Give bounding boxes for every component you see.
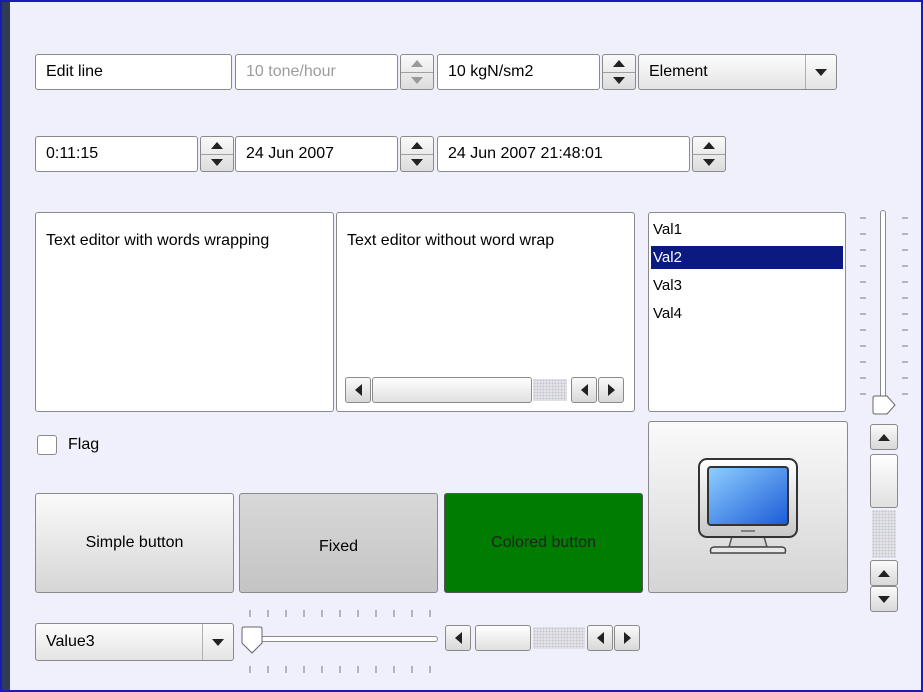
scroll-track[interactable] <box>533 627 585 649</box>
simple-button[interactable]: Simple button <box>35 493 234 593</box>
dropdown-arrow-icon[interactable] <box>805 55 836 89</box>
simple-button-label: Simple button <box>85 534 184 551</box>
pressure-spin-field[interactable]: 10 kgN/sm2 <box>437 54 600 90</box>
spin-down-icon <box>401 71 433 90</box>
spin-up-icon[interactable] <box>401 137 433 154</box>
scroll-down-icon[interactable] <box>870 586 898 612</box>
monitor-icon <box>698 457 798 554</box>
scroll-left-icon[interactable] <box>345 377 371 403</box>
dropdown-arrow-icon[interactable] <box>202 624 233 660</box>
spin-up-icon[interactable] <box>603 55 635 72</box>
scroll-left-icon[interactable] <box>587 625 613 651</box>
value-listbox[interactable]: Val1 Val2 Val3 Val4 <box>648 212 846 412</box>
rate-value: 10 tone/hour <box>246 63 336 80</box>
scroll-left-icon[interactable] <box>571 377 597 403</box>
scroll-thumb[interactable] <box>475 625 531 651</box>
window-left-edge <box>2 2 10 690</box>
datetime-field[interactable]: 24 Jun 2007 21:48:01 <box>437 136 690 172</box>
monitor-image-button[interactable] <box>648 421 848 593</box>
colored-button[interactable]: Colored button <box>444 493 643 593</box>
fixed-button-label: Fixed <box>318 538 359 555</box>
time-value: 0:11:15 <box>46 145 99 162</box>
slider-groove <box>246 636 438 642</box>
spin-down-icon[interactable] <box>401 153 433 172</box>
spin-up-icon[interactable] <box>201 137 233 154</box>
scroll-track[interactable] <box>872 510 896 558</box>
horizontal-slider[interactable] <box>238 608 438 676</box>
spin-down-icon[interactable] <box>201 153 233 172</box>
edit-line-value: Edit line <box>46 63 103 80</box>
datetime-spinner[interactable] <box>692 136 726 172</box>
element-combo-value: Element <box>649 63 708 80</box>
vertical-slider[interactable] <box>858 210 910 416</box>
spin-up-icon[interactable] <box>693 137 725 154</box>
colored-button-label: Colored button <box>491 534 596 551</box>
pressure-spinner[interactable] <box>602 54 636 90</box>
scroll-right-icon[interactable] <box>598 377 624 403</box>
date-field[interactable]: 24 Jun 2007 <box>235 136 398 172</box>
scroll-up-icon[interactable] <box>870 424 898 450</box>
scroll-up-icon[interactable] <box>870 560 898 586</box>
scroll-thumb[interactable] <box>870 454 898 508</box>
vertical-scrollbar[interactable] <box>870 424 898 612</box>
scroll-thumb[interactable] <box>372 377 532 403</box>
flag-checkbox[interactable] <box>37 435 57 455</box>
text-editor-nowrap-content: Text editor without word wrap <box>347 232 555 249</box>
value-combobox[interactable]: Value3 <box>35 623 234 661</box>
value-combo-value: Value3 <box>46 633 95 650</box>
pressure-value: 10 kgN/sm2 <box>448 63 534 80</box>
spin-down-icon[interactable] <box>603 71 635 90</box>
list-item[interactable]: Val1 <box>651 218 843 241</box>
slider-ticks <box>860 217 908 395</box>
scroll-right-icon[interactable] <box>614 625 640 651</box>
flag-label: Flag <box>68 436 100 453</box>
text-editor-nowrap[interactable]: Text editor without word wrap <box>336 212 635 412</box>
list-item-selected[interactable]: Val2 <box>651 246 843 269</box>
slider-ticks <box>249 610 431 673</box>
bottom-horizontal-scrollbar[interactable] <box>445 625 642 651</box>
slider-handle-icon[interactable] <box>241 626 263 654</box>
scroll-track[interactable] <box>533 379 567 401</box>
text-editor-wrap[interactable]: Text editor with words wrapping <box>35 212 334 412</box>
fixed-toggle-button[interactable]: Fixed <box>239 493 438 593</box>
scroll-left-icon[interactable] <box>445 625 471 651</box>
horizontal-scrollbar[interactable] <box>345 377 627 403</box>
rate-spin-field: 10 tone/hour <box>235 54 398 90</box>
time-field[interactable]: 0:11:15 <box>35 136 198 172</box>
datetime-value: 24 Jun 2007 21:48:01 <box>448 145 603 162</box>
list-item[interactable]: Val4 <box>651 302 843 325</box>
list-item[interactable]: Val3 <box>651 274 843 297</box>
text-editor-wrap-content: Text editor with words wrapping <box>46 232 270 249</box>
spin-down-icon[interactable] <box>693 153 725 172</box>
time-spinner[interactable] <box>200 136 234 172</box>
rate-spinner <box>400 54 434 90</box>
date-value: 24 Jun 2007 <box>246 145 335 162</box>
edit-line-input[interactable]: Edit line <box>35 54 232 90</box>
spin-up-icon <box>401 55 433 72</box>
element-combobox[interactable]: Element <box>638 54 837 90</box>
date-spinner[interactable] <box>400 136 434 172</box>
main-window: Edit line 10 tone/hour 10 kgN/sm2 Elemen… <box>0 0 923 692</box>
